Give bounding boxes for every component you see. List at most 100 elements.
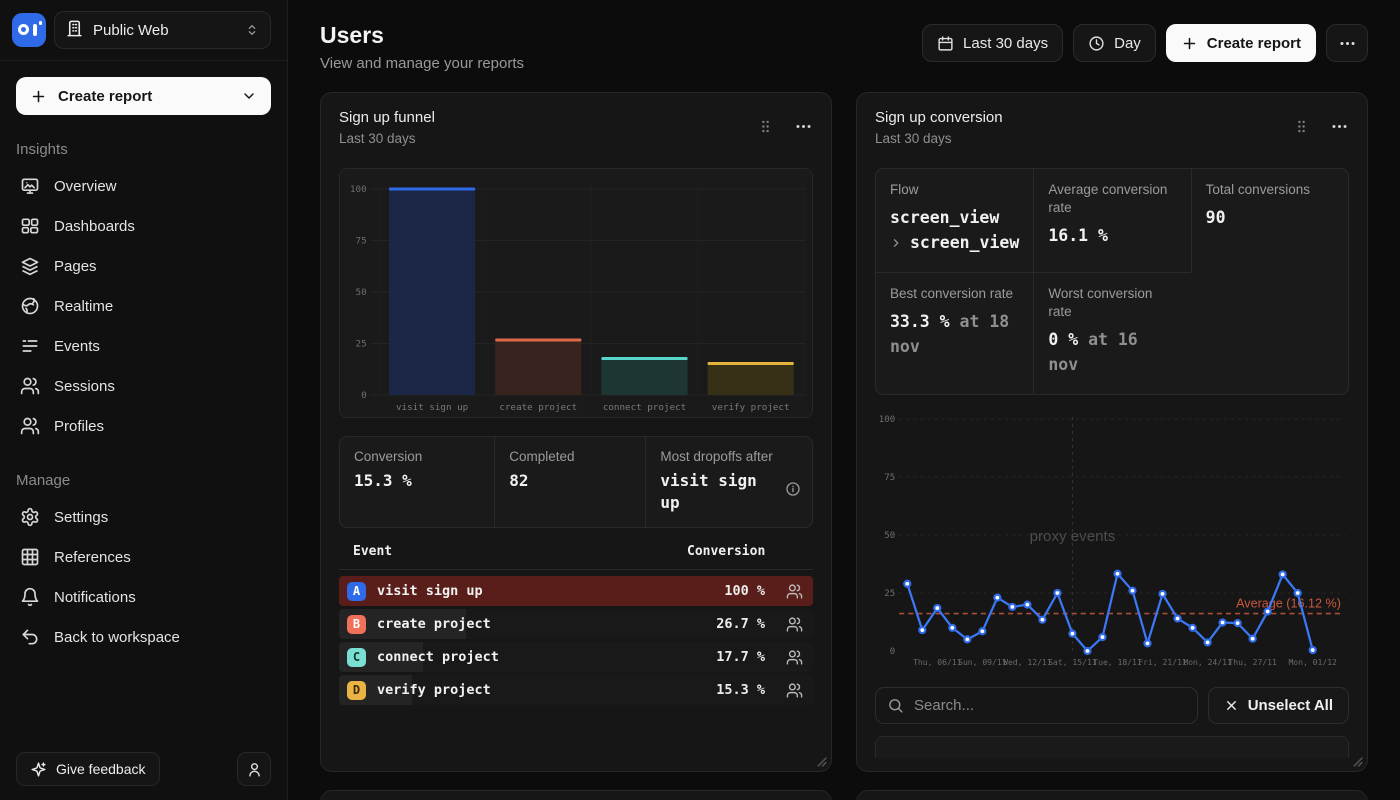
line-point[interactable] <box>979 628 985 634</box>
sidebar-item-settings[interactable]: Settings <box>16 497 271 537</box>
funnel-bar[interactable] <box>708 362 794 395</box>
workspace-name: Public Web <box>93 22 169 39</box>
column-header-conversion: Conversion <box>687 544 759 559</box>
svg-text:Mon, 01/12: Mon, 01/12 <box>1288 658 1337 667</box>
card-title: Sign up conversion <box>875 109 1003 126</box>
unselect-all-button[interactable]: Unselect All <box>1208 687 1349 724</box>
conversion-value: 100 % <box>693 583 765 599</box>
people-icon[interactable] <box>765 616 805 633</box>
line-point[interactable] <box>1235 620 1241 626</box>
line-point[interactable] <box>1009 604 1015 610</box>
line-point[interactable] <box>1280 571 1286 577</box>
stat-label: Most dropoffs after <box>660 449 778 464</box>
sidebar-item-profiles[interactable]: Profiles <box>16 406 271 446</box>
workspace-selector[interactable]: Public Web <box>54 11 271 49</box>
line-point[interactable] <box>1190 624 1196 630</box>
section-label-insights: Insights <box>16 141 271 158</box>
date-range-button[interactable]: Last 30 days <box>922 24 1063 62</box>
line-point[interactable] <box>1250 635 1256 641</box>
line-point[interactable] <box>1114 570 1120 576</box>
line-point[interactable] <box>1295 590 1301 596</box>
line-point[interactable] <box>904 580 910 586</box>
sidebar-item-back-to-workspace[interactable]: Back to workspace <box>16 617 271 657</box>
stat-most-dropoffs: Most dropoffs after visit sign up <box>645 437 812 527</box>
step-badge: C <box>347 648 366 667</box>
line-point[interactable] <box>949 624 955 630</box>
line-point[interactable] <box>1310 647 1316 653</box>
line-point[interactable] <box>1024 601 1030 607</box>
sidebar-item-label: Realtime <box>54 298 113 315</box>
give-feedback-button[interactable]: Give feedback <box>16 752 160 786</box>
table-row-create-project[interactable]: B create project 26.7 % <box>339 609 813 639</box>
drag-handle-icon[interactable] <box>1293 118 1310 135</box>
stat-conversion: Conversion 15.3 % <box>340 437 494 527</box>
people-icon[interactable] <box>765 583 805 600</box>
interval-button[interactable]: Day <box>1073 24 1156 62</box>
date-range-label: Last 30 days <box>963 35 1048 52</box>
conversion-stats: Flow screen_view screen_view Average con… <box>875 168 1349 395</box>
stat-label: Conversion <box>354 449 480 464</box>
more-options-button[interactable] <box>1326 24 1368 62</box>
pages-icon <box>20 256 40 276</box>
sidebar-item-label: Back to workspace <box>54 629 180 646</box>
sidebar-item-overview[interactable]: Overview <box>16 166 271 206</box>
svg-text:100: 100 <box>879 415 895 425</box>
profile-button[interactable] <box>237 752 271 786</box>
line-point[interactable] <box>994 594 1000 600</box>
sidebar-item-sessions[interactable]: Sessions <box>16 366 271 406</box>
line-point[interactable] <box>919 627 925 633</box>
sidebar-item-dashboards[interactable]: Dashboards <box>16 206 271 246</box>
sidebar-item-events[interactable]: Events <box>16 326 271 366</box>
conversion-line-chart: 0255075100proxy eventsAverage (16.12 %)T… <box>875 407 1349 669</box>
search-input[interactable] <box>875 687 1198 724</box>
app-logo[interactable] <box>12 13 46 47</box>
people-icon[interactable] <box>765 649 805 666</box>
line-point[interactable] <box>1175 615 1181 621</box>
card-resize-handle[interactable] <box>1352 756 1363 767</box>
line-point[interactable] <box>1205 639 1211 645</box>
sidebar-item-notifications[interactable]: Notifications <box>16 577 271 617</box>
line-point[interactable] <box>1054 590 1060 596</box>
line-point[interactable] <box>1084 648 1090 654</box>
line-point[interactable] <box>1144 640 1150 646</box>
sidebar-item-label: Events <box>54 338 100 355</box>
drag-handle-icon[interactable] <box>757 118 774 135</box>
line-point[interactable] <box>1160 591 1166 597</box>
funnel-bar[interactable] <box>389 188 475 396</box>
svg-text:Fri, 21/11: Fri, 21/11 <box>1138 658 1187 667</box>
sidebar-item-label: Settings <box>54 509 108 526</box>
card-resize-handle[interactable] <box>816 756 827 767</box>
funnel-bar[interactable] <box>601 357 687 395</box>
line-point[interactable] <box>934 605 940 611</box>
line-point[interactable] <box>1129 587 1135 593</box>
interval-label: Day <box>1114 35 1141 52</box>
step-badge: B <box>347 615 366 634</box>
sidebar-item-pages[interactable]: Pages <box>16 246 271 286</box>
line-point[interactable] <box>1265 608 1271 614</box>
step-badge: D <box>347 681 366 700</box>
funnel-bar[interactable] <box>495 338 581 395</box>
line-point[interactable] <box>1069 630 1075 636</box>
chevron-down-icon <box>241 88 257 104</box>
info-icon[interactable] <box>785 481 801 497</box>
create-report-button[interactable]: Create report <box>1166 24 1316 62</box>
card-menu-button[interactable] <box>794 117 813 136</box>
line-point[interactable] <box>1220 619 1226 625</box>
dashboards-icon <box>20 216 40 236</box>
card-menu-button[interactable] <box>1330 117 1349 136</box>
chevron-right-icon <box>890 237 902 249</box>
table-row-connect-project[interactable]: C connect project 17.7 % <box>339 642 813 672</box>
sidebar-create-report-button[interactable]: Create report <box>16 77 271 115</box>
table-row-visit-sign-up[interactable]: A visit sign up 100 % <box>339 576 813 606</box>
feedback-label: Give feedback <box>56 761 146 777</box>
building-icon <box>65 19 84 42</box>
stat-label: Total conversions <box>1206 181 1334 199</box>
sidebar-item-realtime[interactable]: Realtime <box>16 286 271 326</box>
line-point[interactable] <box>964 636 970 642</box>
line-point[interactable] <box>1099 634 1105 640</box>
sidebar-item-references[interactable]: References <box>16 537 271 577</box>
people-icon[interactable] <box>765 682 805 699</box>
table-row-verify-project[interactable]: D verify project 15.3 % <box>339 675 813 705</box>
line-point[interactable] <box>1039 616 1045 622</box>
stat-best-conversion: Best conversion rate 33.3 % at 18 nov <box>876 272 1033 394</box>
